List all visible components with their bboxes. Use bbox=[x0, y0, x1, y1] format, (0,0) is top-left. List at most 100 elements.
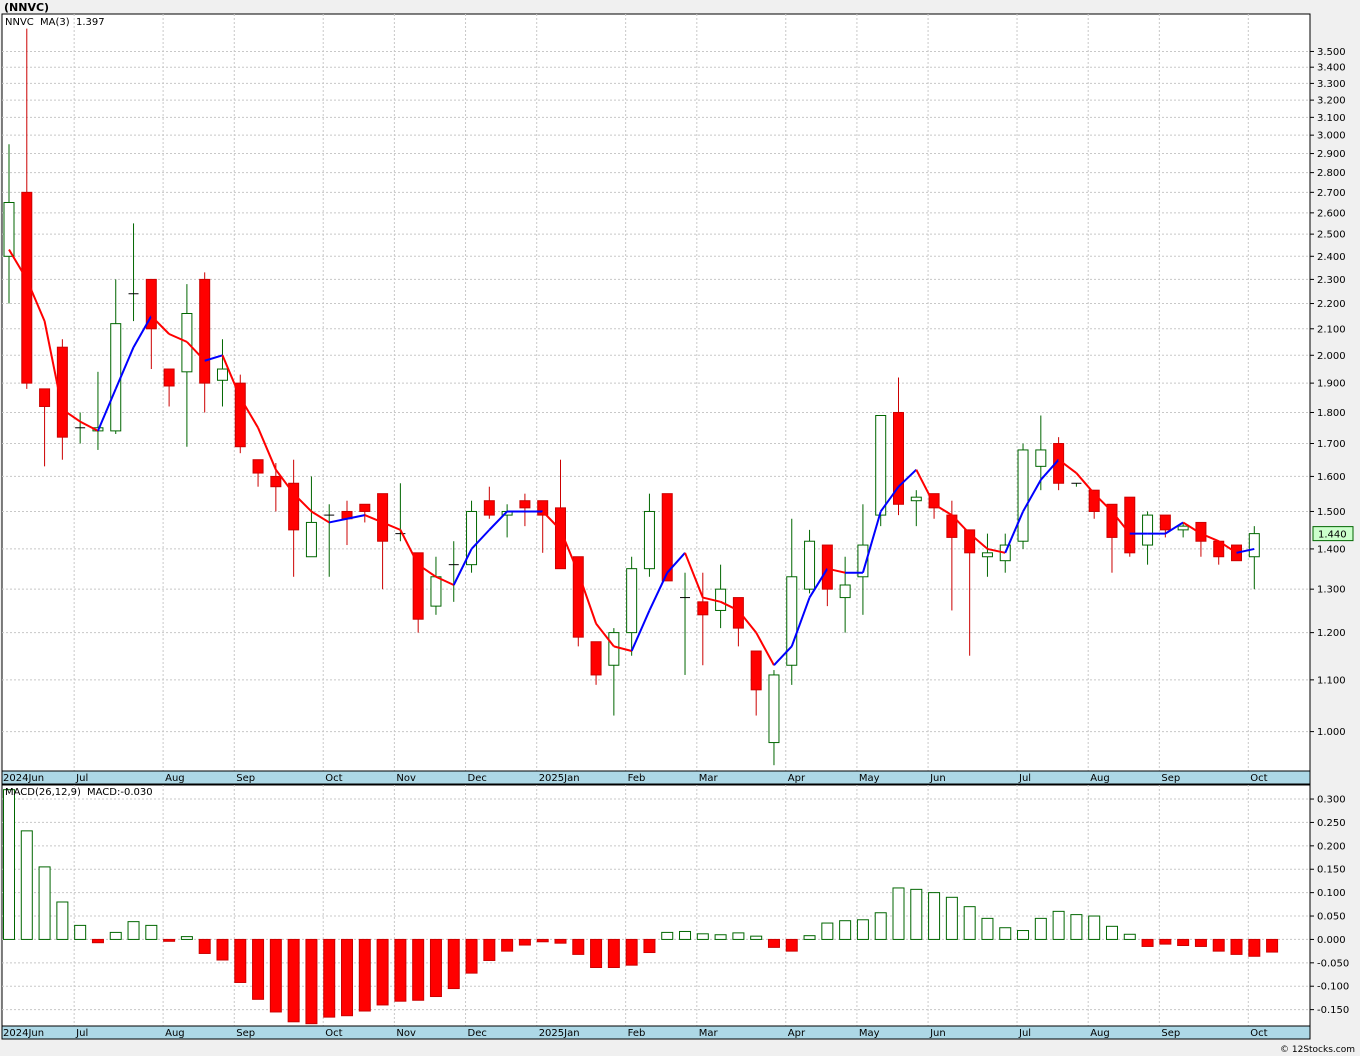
candle-body bbox=[572, 556, 584, 638]
macd-bar bbox=[305, 938, 318, 1025]
date-label: Jul bbox=[75, 773, 88, 784]
price-tick-label: 1.100 bbox=[1317, 675, 1346, 686]
candle-body bbox=[163, 368, 175, 387]
macd-bar bbox=[892, 887, 905, 940]
macd-bar bbox=[874, 912, 887, 940]
candle-body bbox=[608, 632, 620, 666]
price-tick-label: 1.700 bbox=[1317, 439, 1346, 450]
date-label: Sep bbox=[236, 773, 255, 784]
macd-bar bbox=[1070, 914, 1083, 940]
macd-bar bbox=[341, 938, 354, 1017]
macd-tick-label: -0.050 bbox=[1317, 958, 1349, 969]
price-tick-label: 2.300 bbox=[1317, 275, 1346, 286]
date-label: Nov bbox=[396, 773, 416, 784]
price-tick-label: 3.100 bbox=[1317, 113, 1346, 124]
macd-bar bbox=[1141, 938, 1154, 947]
price-tick-label: 2.700 bbox=[1317, 188, 1346, 199]
date-label: Jun bbox=[929, 773, 946, 784]
macd-tick-label: 0.300 bbox=[1317, 795, 1346, 806]
macd-bar bbox=[1088, 915, 1101, 940]
symbol-title: (NNVC) bbox=[4, 1, 49, 14]
macd-bar bbox=[536, 938, 549, 943]
price-tick-label: 2.800 bbox=[1317, 168, 1346, 179]
price-tick-label: 3.000 bbox=[1317, 131, 1346, 142]
legend-ma-value: 1.397 bbox=[76, 17, 105, 28]
macd-bar bbox=[376, 938, 389, 1006]
macd-bar bbox=[661, 931, 674, 940]
candle-body bbox=[697, 601, 709, 616]
candle-body bbox=[1142, 514, 1154, 546]
date-label: 2024Jun bbox=[3, 773, 44, 784]
candle-body bbox=[821, 544, 833, 590]
candle-body bbox=[1248, 533, 1260, 558]
date-label: Nov bbox=[396, 1028, 416, 1039]
date-label: Jul bbox=[1018, 1028, 1031, 1039]
candle-body bbox=[110, 323, 122, 432]
macd-bar bbox=[928, 892, 941, 940]
macd-tick-label: 0.000 bbox=[1317, 935, 1346, 946]
macd-bar bbox=[1194, 938, 1207, 947]
date-label: Feb bbox=[628, 773, 646, 784]
date-label: 2025Jan bbox=[539, 773, 580, 784]
macd-bar bbox=[679, 930, 692, 940]
macd-bar bbox=[1123, 933, 1136, 940]
candle-body bbox=[199, 278, 211, 384]
date-label: Sep bbox=[1161, 1028, 1180, 1039]
candle-body bbox=[1017, 449, 1029, 542]
macd-bar bbox=[3, 789, 15, 940]
macd-bar bbox=[572, 938, 585, 955]
candle-body bbox=[626, 568, 638, 634]
price-tick-label: 3.300 bbox=[1317, 79, 1346, 90]
date-label: Dec bbox=[468, 1028, 487, 1039]
candle-body bbox=[430, 576, 442, 607]
date-label: May bbox=[859, 773, 880, 784]
macd-bar bbox=[56, 901, 69, 940]
legend-ma: MA(3) bbox=[40, 17, 70, 28]
macd-bar bbox=[127, 921, 140, 940]
candle-body bbox=[732, 597, 744, 629]
price-tick-label: 2.000 bbox=[1317, 351, 1346, 362]
macd-bar bbox=[234, 938, 247, 983]
price-panel bbox=[1, 13, 1311, 772]
date-label: 2024Jun bbox=[3, 1028, 44, 1039]
macd-bar bbox=[483, 938, 496, 961]
price-tick-label: 1.600 bbox=[1317, 472, 1346, 483]
price-date-axis bbox=[1, 770, 1311, 785]
price-tick-label: 1.900 bbox=[1317, 379, 1346, 390]
candle-body bbox=[1177, 525, 1189, 531]
candle-body bbox=[804, 540, 816, 590]
candle-body bbox=[715, 588, 727, 611]
macd-bar bbox=[1017, 930, 1030, 940]
date-label: Mar bbox=[699, 773, 719, 784]
macd-bar bbox=[963, 906, 976, 940]
stock-chart: 1.000 1.100 1.200 1.300 1.400 1.500 1.600 1.700… bbox=[0, 0, 1360, 1056]
date-label: Jul bbox=[1018, 773, 1031, 784]
macd-bar bbox=[20, 830, 33, 940]
price-tick-label: 1.200 bbox=[1317, 628, 1346, 639]
macd-bar bbox=[981, 917, 994, 940]
macd-bar bbox=[216, 938, 229, 961]
candle-body bbox=[1159, 514, 1171, 531]
candle-body bbox=[3, 201, 15, 257]
candle-body bbox=[875, 415, 887, 516]
date-label: Mar bbox=[699, 1028, 719, 1039]
macd-bar bbox=[696, 933, 709, 940]
candle-body bbox=[910, 496, 922, 502]
macd-bar bbox=[287, 938, 300, 1023]
macd-bar bbox=[643, 938, 656, 954]
macd-bar bbox=[429, 938, 442, 998]
price-tag-text: 1.440 bbox=[1318, 530, 1347, 541]
price-tick-label: 2.900 bbox=[1317, 149, 1346, 160]
price-tick-label: 3.200 bbox=[1317, 96, 1346, 107]
candle-body bbox=[359, 503, 371, 512]
date-label: Sep bbox=[236, 1028, 255, 1039]
candle-body bbox=[519, 500, 531, 509]
macd-tick-label: 0.250 bbox=[1317, 818, 1346, 829]
candle-body bbox=[768, 674, 780, 744]
date-label: Sep bbox=[1161, 773, 1180, 784]
macd-tick-label: 0.050 bbox=[1317, 912, 1346, 923]
macd-bar bbox=[447, 938, 460, 990]
macd-bar bbox=[767, 938, 780, 948]
macd-bar bbox=[394, 938, 407, 1002]
macd-bar bbox=[412, 938, 425, 1001]
